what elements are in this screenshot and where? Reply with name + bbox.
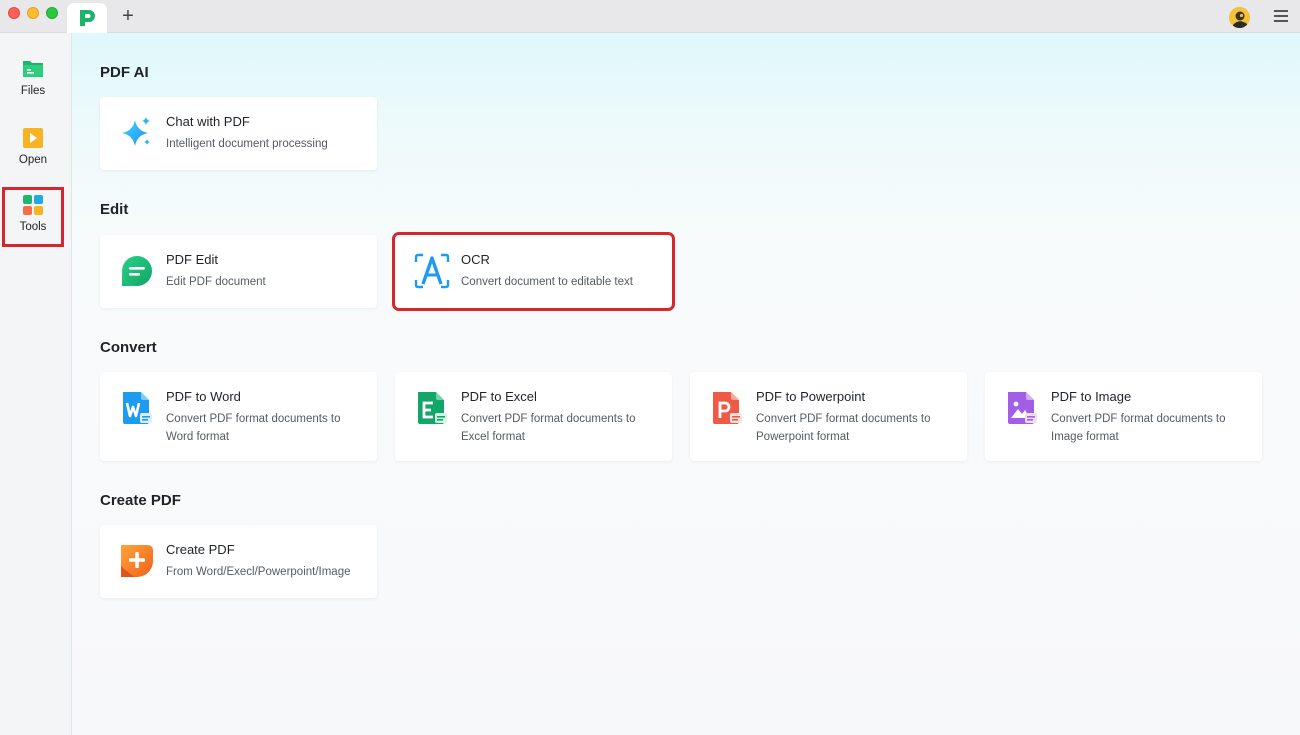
- tool-card-pdf-to-powerpoint[interactable]: PDF to Powerpoint Convert PDF format doc…: [690, 372, 967, 461]
- app-logo-icon: [80, 10, 95, 26]
- word-icon: [123, 392, 152, 424]
- ocr-icon: [414, 253, 450, 289]
- section-title-convert: Convert: [100, 339, 157, 356]
- files-folder-icon: [23, 61, 43, 77]
- tool-card-pdf-to-word[interactable]: PDF to Word Convert PDF format documents…: [100, 372, 377, 461]
- image-icon: [1008, 392, 1037, 424]
- tools-grid-icon: [23, 195, 43, 215]
- card-title: PDF Edit: [166, 252, 219, 267]
- tool-card-chat-with-pdf[interactable]: Chat with PDF Intelligent document proce…: [100, 97, 377, 170]
- card-description: From Word/Execl/Powerpoint/Image: [166, 566, 351, 578]
- tool-card-pdf-edit[interactable]: PDF Edit Edit PDF document: [100, 235, 377, 308]
- card-title: PDF to Image: [1051, 389, 1132, 404]
- home-tab[interactable]: [67, 3, 107, 33]
- close-window-button[interactable]: [8, 7, 20, 19]
- section-title-edit: Edit: [100, 201, 129, 218]
- powerpoint-icon: [713, 392, 742, 424]
- card-description: Convert document to editable text: [461, 276, 633, 288]
- section-title-create-pdf: Create PDF: [100, 492, 181, 509]
- excel-icon: [418, 392, 447, 424]
- sidebar-item-files[interactable]: Files: [4, 52, 62, 110]
- card-title: Chat with PDF: [166, 114, 250, 129]
- avatar-image-icon: [1229, 7, 1250, 28]
- minimize-window-button[interactable]: [27, 7, 39, 19]
- hamburger-menu-button[interactable]: [1274, 10, 1288, 24]
- create-pdf-icon: [121, 545, 153, 577]
- card-title: Create PDF: [166, 542, 235, 557]
- card-description: Convert PDF format documents to Excel fo…: [461, 413, 636, 443]
- new-tab-button[interactable]: +: [118, 5, 138, 27]
- sidebar-item-label: Files: [20, 85, 46, 97]
- sidebar-item-open[interactable]: Open: [4, 121, 62, 179]
- sidebar-item-label: Tools: [19, 221, 47, 233]
- pdf-edit-icon: [122, 256, 152, 286]
- card-description: Intelligent document processing: [166, 138, 328, 150]
- card-description: Edit PDF document: [166, 276, 266, 288]
- tool-card-create-pdf[interactable]: Create PDF From Word/Execl/Powerpoint/Im…: [100, 525, 377, 598]
- card-description: Convert PDF format documents to Image fo…: [1051, 413, 1226, 443]
- tool-card-pdf-to-image[interactable]: PDF to Image Convert PDF format document…: [985, 372, 1262, 461]
- card-description: Convert PDF format documents to Word for…: [166, 413, 341, 443]
- card-title: PDF to Powerpoint: [756, 389, 866, 404]
- sidebar: Files Open Tools: [0, 33, 72, 735]
- tool-card-pdf-to-excel[interactable]: PDF to Excel Convert PDF format document…: [395, 372, 672, 461]
- tools-panel: PDF AI Chat with PDF Intelligent documen…: [72, 33, 1300, 735]
- card-title: OCR: [461, 252, 490, 267]
- sidebar-item-tools[interactable]: Tools: [2, 187, 64, 247]
- open-file-icon: [23, 128, 43, 148]
- card-title: PDF to Word: [166, 389, 241, 404]
- card-title: PDF to Excel: [461, 389, 537, 404]
- tool-card-ocr[interactable]: OCR Convert document to editable text: [392, 232, 675, 311]
- section-title-pdf-ai: PDF AI: [100, 64, 149, 81]
- sidebar-item-label: Open: [18, 154, 48, 166]
- card-description: Convert PDF format documents to Powerpoi…: [756, 413, 931, 443]
- sparkle-icon: [122, 117, 150, 146]
- title-bar: +: [0, 0, 1300, 33]
- user-avatar[interactable]: [1229, 7, 1250, 28]
- maximize-window-button[interactable]: [46, 7, 58, 19]
